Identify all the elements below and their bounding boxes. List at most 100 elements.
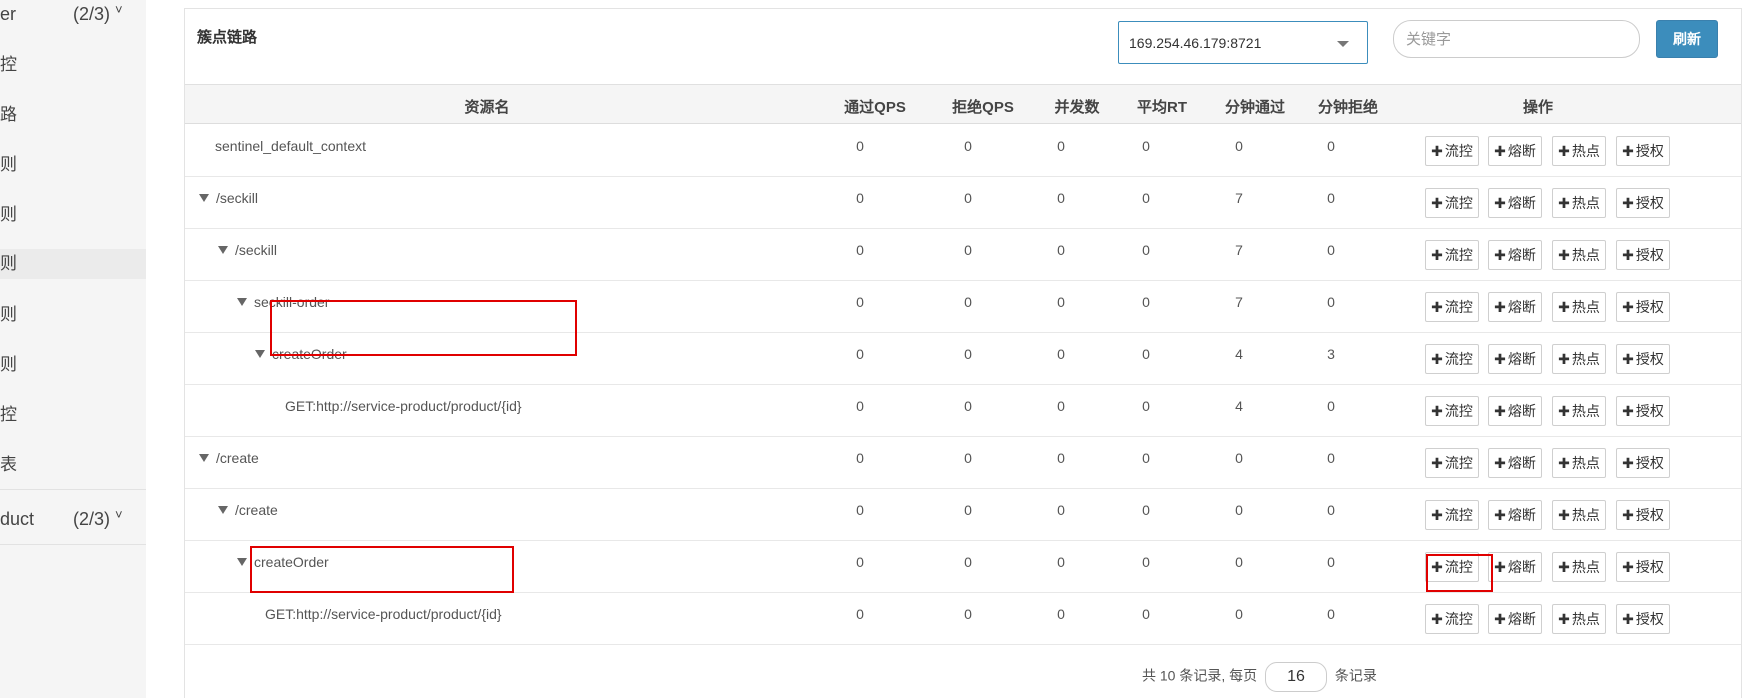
resource-name: /create (218, 502, 278, 518)
authorize-button[interactable]: ✚ 授权 (1616, 136, 1670, 166)
flow-control-button[interactable]: ✚ 流控 (1425, 500, 1479, 530)
caret-down-icon[interactable] (199, 194, 209, 202)
plus-icon: ✚ (1494, 299, 1506, 315)
circuit-break-button[interactable]: ✚ 熔断 (1488, 136, 1542, 166)
sidebar-item-hotspot-rules[interactable]: 则 (0, 249, 146, 279)
action-label: 授权 (1635, 299, 1664, 315)
cell-min-block: 0 (1327, 502, 1335, 518)
hotspot-button[interactable]: ✚ 热点 (1552, 552, 1606, 582)
cell-min-block: 0 (1327, 606, 1335, 622)
plus-icon: ✚ (1622, 143, 1634, 159)
flow-control-button[interactable]: ✚ 流控 (1425, 240, 1479, 270)
circuit-break-button[interactable]: ✚ 熔断 (1488, 552, 1542, 582)
circuit-break-button[interactable]: ✚ 熔断 (1488, 396, 1542, 426)
authorize-button[interactable]: ✚ 授权 (1616, 292, 1670, 322)
circuit-break-button[interactable]: ✚ 熔断 (1488, 500, 1542, 530)
plus-icon: ✚ (1622, 195, 1634, 211)
flow-control-button[interactable]: ✚ 流控 (1425, 344, 1479, 374)
caret-down-icon[interactable] (218, 506, 228, 514)
cell-pass-qps: 0 (856, 138, 864, 154)
hotspot-button[interactable]: ✚ 热点 (1552, 604, 1606, 634)
authorize-button[interactable]: ✚ 授权 (1616, 344, 1670, 374)
authorize-button[interactable]: ✚ 授权 (1616, 240, 1670, 270)
flow-control-button[interactable]: ✚ 流控 (1425, 604, 1479, 634)
hotspot-button[interactable]: ✚ 热点 (1552, 396, 1606, 426)
hotspot-button[interactable]: ✚ 热点 (1552, 136, 1606, 166)
hotspot-button[interactable]: ✚ 热点 (1552, 188, 1606, 218)
flow-control-button[interactable]: ✚ 流控 (1425, 396, 1479, 426)
hotspot-button[interactable]: ✚ 热点 (1552, 448, 1606, 478)
sidebar-item-auth-rules[interactable]: 则 (0, 350, 146, 380)
flow-control-button[interactable]: ✚ 流控 (1425, 292, 1479, 322)
machine-select[interactable]: 169.254.46.179:8721 (1118, 21, 1368, 64)
refresh-button[interactable]: 刷新 (1656, 20, 1718, 58)
authorize-button[interactable]: ✚ 授权 (1616, 448, 1670, 478)
hotspot-button[interactable]: ✚ 热点 (1552, 240, 1606, 270)
action-label: 热点 (1571, 299, 1600, 315)
caret-down-icon[interactable] (255, 350, 265, 358)
circuit-break-button[interactable]: ✚ 熔断 (1488, 240, 1542, 270)
caret-down-icon[interactable] (237, 298, 247, 306)
sidebar-group-order[interactable]: er (2/3) ˅ (0, 0, 146, 44)
keyword-search-input[interactable] (1393, 20, 1640, 58)
cell-min-block: 0 (1327, 554, 1335, 570)
page-size-input[interactable]: 16 (1265, 662, 1328, 692)
sidebar-divider (0, 489, 146, 490)
resource-name-text: seckill-order (254, 294, 330, 310)
circuit-break-button[interactable]: ✚ 熔断 (1488, 292, 1542, 322)
cell-min-block: 0 (1327, 190, 1335, 206)
action-label: 流控 (1444, 143, 1473, 159)
action-label: 热点 (1571, 195, 1600, 211)
circuit-break-button[interactable]: ✚ 熔断 (1488, 604, 1542, 634)
authorize-button[interactable]: ✚ 授权 (1616, 552, 1670, 582)
hotspot-button[interactable]: ✚ 热点 (1552, 344, 1606, 374)
plus-icon: ✚ (1622, 247, 1634, 263)
chevron-down-icon[interactable]: ˅ (115, 2, 123, 17)
plus-icon: ✚ (1431, 455, 1443, 471)
caret-down-icon[interactable] (237, 558, 247, 566)
sidebar-item-system-rules[interactable]: 则 (0, 300, 146, 330)
hotspot-button[interactable]: ✚ 热点 (1552, 292, 1606, 322)
sidebar-item-monitor[interactable]: 控 (0, 50, 146, 80)
cell-pass-qps: 0 (856, 294, 864, 310)
sidebar-item-degrade-rules[interactable]: 则 (0, 200, 146, 230)
plus-icon: ✚ (1494, 195, 1506, 211)
plus-icon: ✚ (1431, 559, 1443, 575)
sidebar-item-cluster-flow[interactable]: 控 (0, 400, 146, 430)
circuit-break-button[interactable]: ✚ 熔断 (1488, 188, 1542, 218)
authorize-button[interactable]: ✚ 授权 (1616, 604, 1670, 634)
caret-down-icon[interactable] (199, 454, 209, 462)
cell-threads: 0 (1057, 450, 1065, 466)
plus-icon: ✚ (1494, 611, 1506, 627)
sidebar-divider (0, 544, 146, 545)
circuit-break-button[interactable]: ✚ 熔断 (1488, 448, 1542, 478)
authorize-button[interactable]: ✚ 授权 (1616, 396, 1670, 426)
pager-total: 共 10 条记录, 每页 (1142, 667, 1258, 684)
resource-name-text: /create (216, 450, 259, 466)
chevron-down-icon[interactable]: ˅ (115, 507, 123, 522)
action-label: 熔断 (1507, 351, 1536, 367)
authorize-button[interactable]: ✚ 授权 (1616, 188, 1670, 218)
flow-control-button[interactable]: ✚ 流控 (1425, 552, 1479, 582)
flow-control-button[interactable]: ✚ 流控 (1425, 136, 1479, 166)
cell-block-qps: 0 (964, 346, 972, 362)
table-row: createOrder 0 0 0 0 4 3 ✚ 流控 ✚ 熔断 ✚ 热点 ✚ 授权 (185, 333, 1741, 385)
cell-block-qps: 0 (964, 138, 972, 154)
action-label: 热点 (1571, 611, 1600, 627)
plus-icon: ✚ (1431, 351, 1443, 367)
caret-down-icon[interactable] (218, 246, 228, 254)
flow-control-button[interactable]: ✚ 流控 (1425, 448, 1479, 478)
cell-min-block: 0 (1327, 398, 1335, 414)
authorize-button[interactable]: ✚ 授权 (1616, 500, 1670, 530)
hotspot-button[interactable]: ✚ 热点 (1552, 500, 1606, 530)
circuit-break-button[interactable]: ✚ 熔断 (1488, 344, 1542, 374)
cell-pass-qps: 0 (856, 242, 864, 258)
flow-control-button[interactable]: ✚ 流控 (1425, 188, 1479, 218)
cell-avg-rt: 0 (1142, 502, 1150, 518)
sidebar-item-flow-rules[interactable]: 则 (0, 150, 146, 180)
plus-icon: ✚ (1558, 559, 1570, 575)
sidebar-item-machine-list[interactable]: 表 (0, 450, 146, 480)
sidebar-group-product[interactable]: duct (2/3) ˅ (0, 505, 146, 549)
cell-threads: 0 (1057, 554, 1065, 570)
sidebar-item-cluster-link[interactable]: 路 (0, 100, 146, 130)
